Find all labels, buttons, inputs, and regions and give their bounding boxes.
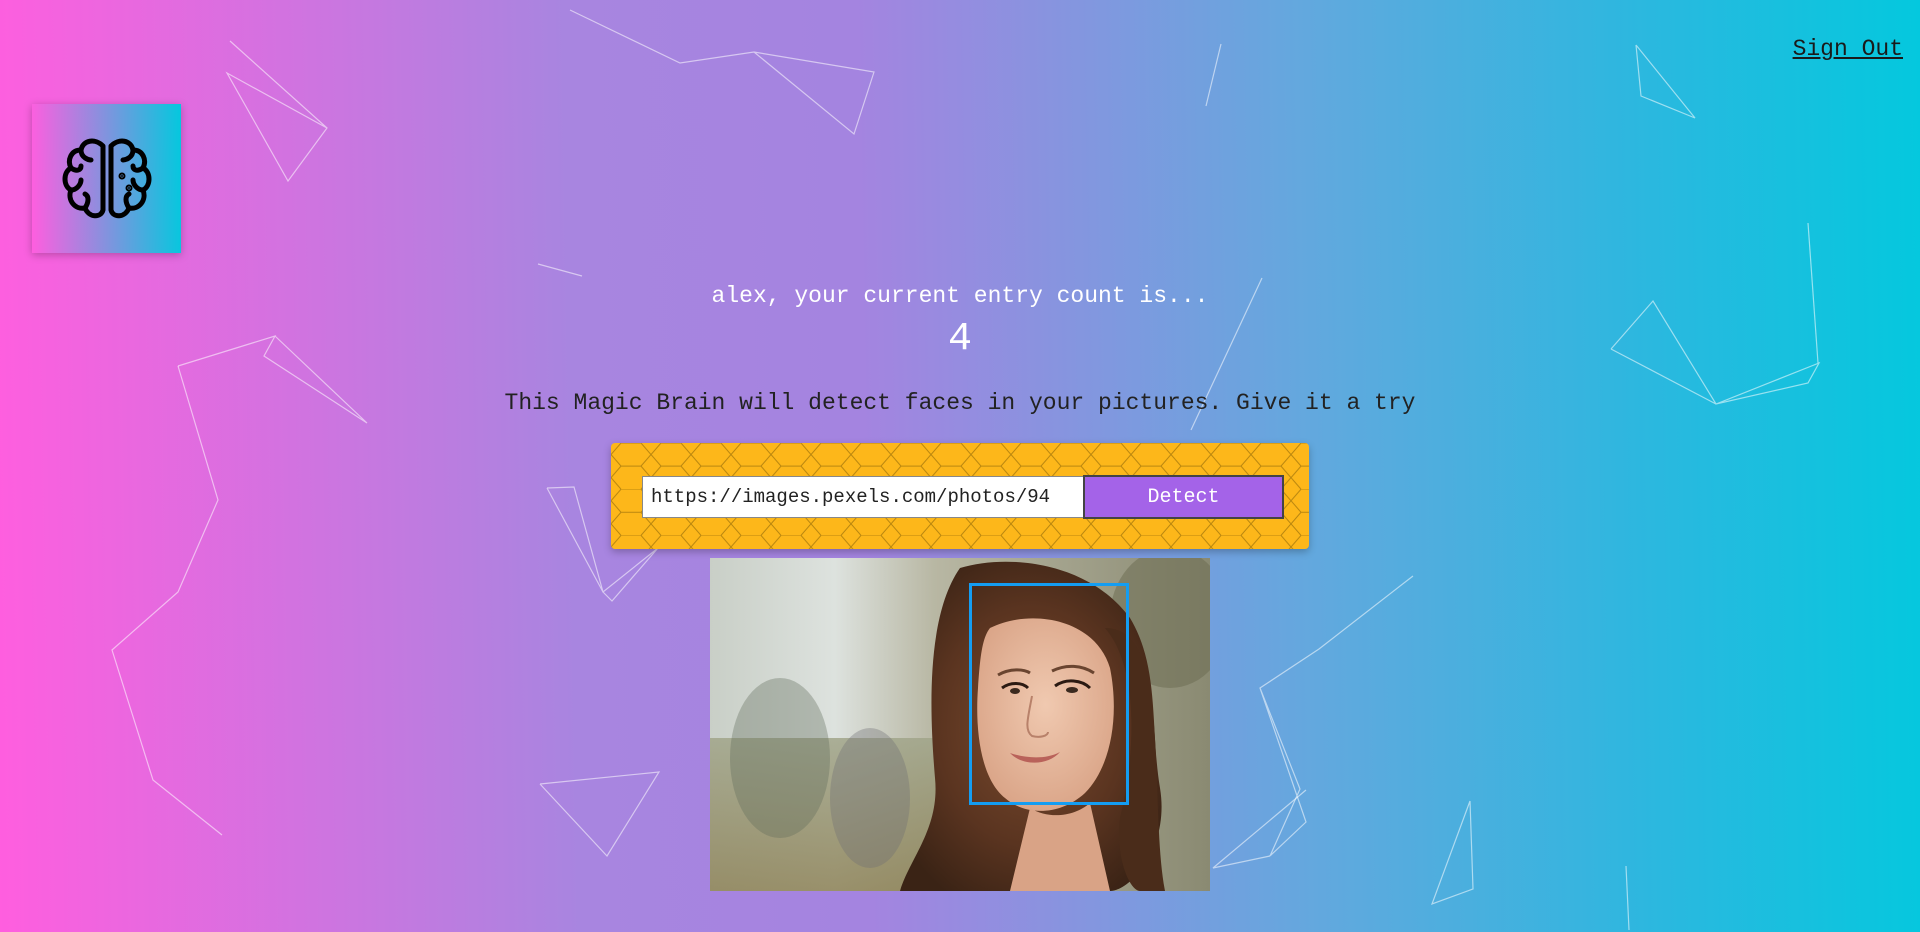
instructions-text: This Magic Brain will detect faces in yo… — [504, 390, 1416, 416]
face-image-container — [710, 558, 1210, 891]
entry-count-message: alex, your current entry count is... — [711, 283, 1209, 309]
face-bounding-box — [969, 583, 1129, 805]
image-url-input[interactable] — [642, 476, 1084, 518]
entry-count-value: 4 — [947, 317, 972, 362]
input-photo — [710, 558, 1210, 891]
brain-icon — [62, 138, 151, 218]
sign-out-link[interactable]: Sign Out — [1793, 36, 1903, 62]
logo-card — [32, 104, 181, 253]
top-nav: Sign Out — [1793, 36, 1903, 62]
image-link-form: Detect — [611, 443, 1309, 549]
detect-button[interactable]: Detect — [1083, 475, 1284, 519]
